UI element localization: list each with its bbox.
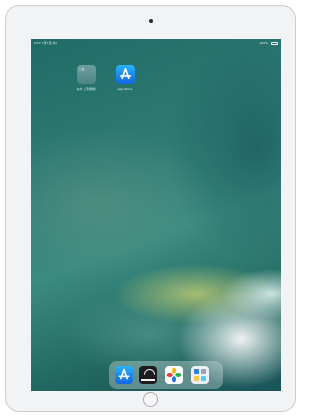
tile-blue xyxy=(194,369,199,374)
dock xyxy=(109,361,223,389)
battery-icon xyxy=(271,41,278,45)
app-folder[interactable]: 二台 なれ ご利用例 xyxy=(68,65,104,91)
home-screen: 9:57 7月7日(木) 100% 二台 なれ ご利用例 App Store xyxy=(31,39,281,391)
status-time: 9:57 xyxy=(34,41,41,45)
tile-gray xyxy=(201,369,206,374)
front-camera xyxy=(148,19,153,23)
app-store-app[interactable]: App Store xyxy=(107,65,143,91)
dock-photos-icon[interactable] xyxy=(165,366,183,384)
status-left: 9:57 7月7日(木) xyxy=(34,39,57,47)
tile-yellow xyxy=(194,376,199,381)
photos-flower-icon xyxy=(166,367,182,383)
folder-icon: 二台 xyxy=(76,65,96,84)
battery-percent: 100% xyxy=(259,41,269,45)
app-store-icon xyxy=(115,65,135,84)
status-bar: 9:57 7月7日(木) 100% xyxy=(31,39,281,47)
status-right: 100% xyxy=(259,39,278,47)
app-store-glyph xyxy=(119,67,131,80)
folder-label: なれ ご利用例 xyxy=(76,87,96,91)
tile-cyan xyxy=(201,376,206,381)
status-date: 7月7日(木) xyxy=(41,41,57,45)
home-button[interactable] xyxy=(142,392,158,407)
dock-app-store-icon[interactable] xyxy=(115,366,133,384)
ipad-device-frame: 9:57 7月7日(木) 100% 二台 なれ ご利用例 App Store xyxy=(5,5,296,412)
dock-photo-app-icon[interactable] xyxy=(139,366,158,384)
dock-camera-app-icon[interactable] xyxy=(191,366,209,384)
photo-app-stripe xyxy=(141,379,155,381)
app-store-label: App Store xyxy=(117,87,133,91)
app-store-glyph xyxy=(118,368,130,380)
folder-badge: 二台 xyxy=(78,67,85,71)
